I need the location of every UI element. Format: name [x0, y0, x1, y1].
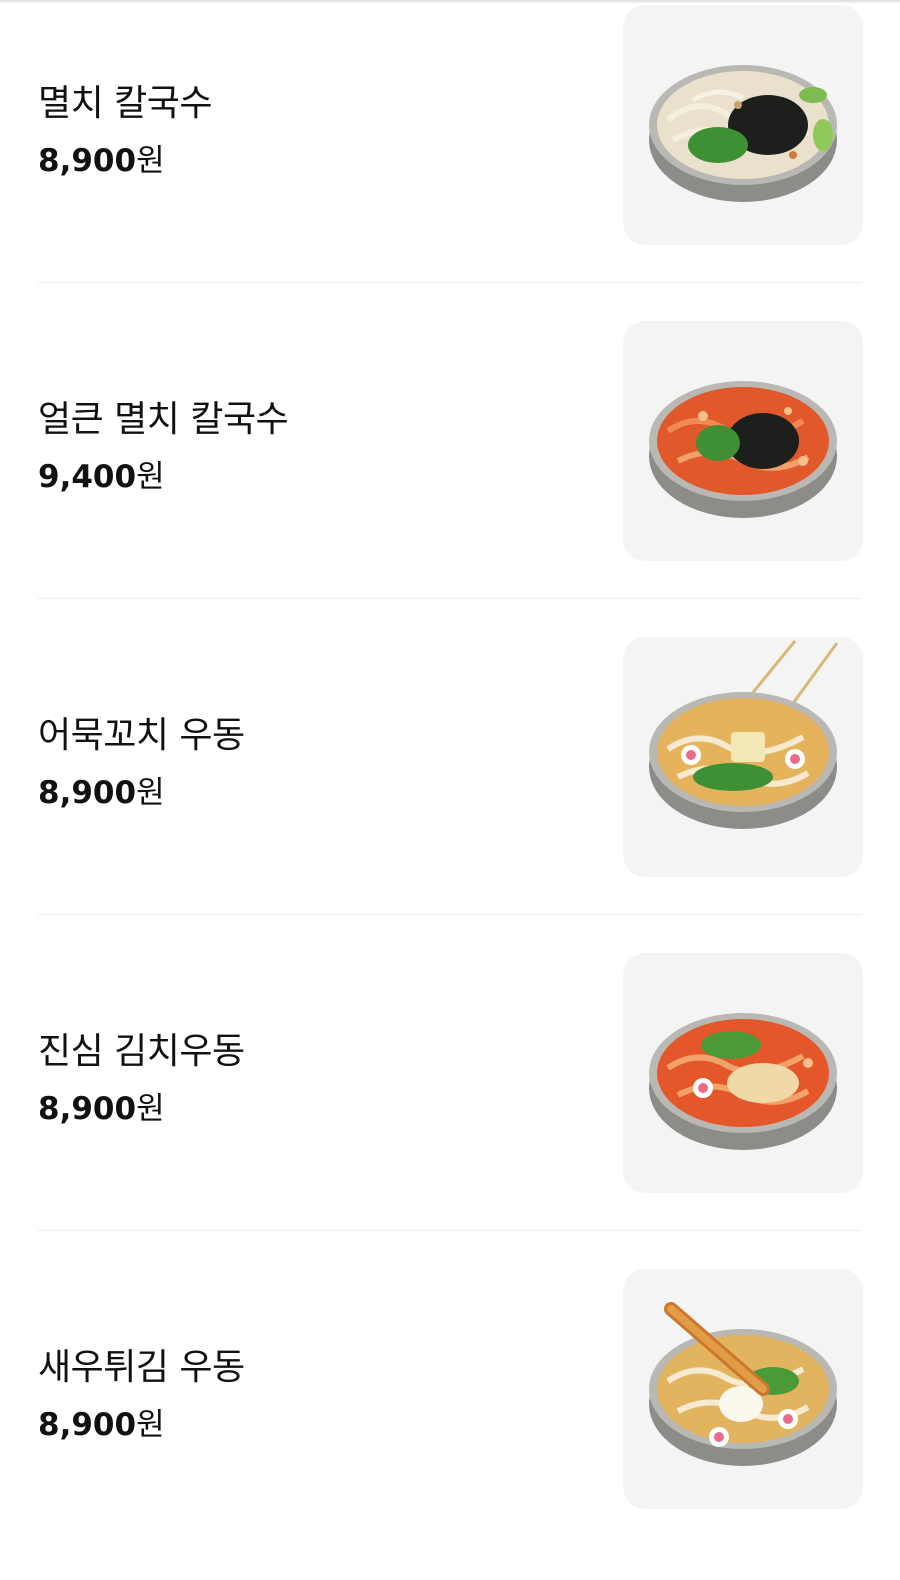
menu-item-photo[interactable]	[623, 1269, 863, 1509]
menu-item-photo[interactable]	[623, 637, 863, 877]
price-value: 9,400	[38, 459, 137, 495]
menu-item-shrimp-tempura-udon[interactable]: 새우튀김 우동 8,900원	[0, 1264, 900, 1580]
menu-item-anchovy-kalguksu[interactable]: 멸치 칼국수 8,900원	[0, 0, 900, 316]
price-currency: 원	[136, 143, 165, 179]
menu-item-price: 8,900원	[38, 1399, 165, 1444]
menu-item-kimchi-udon[interactable]: 진심 김치우동 8,900원	[0, 948, 900, 1264]
divider	[38, 1230, 862, 1231]
divider	[38, 598, 862, 599]
spicy-anchovy-kalguksu-bowl-icon	[649, 381, 837, 518]
price-value: 8,900	[38, 1091, 137, 1127]
kimchi-udon-bowl-icon	[649, 1013, 837, 1150]
menu-item-price: 8,900원	[38, 767, 165, 812]
menu-item-name: 어묵꼬치 우동	[38, 715, 245, 756]
price-value: 8,900	[38, 775, 137, 811]
menu-item-spicy-anchovy-kalguksu[interactable]: 얼큰 멸치 칼국수 9,400원	[0, 316, 900, 632]
menu-item-name: 진심 김치우동	[38, 1031, 245, 1072]
anchovy-kalguksu-bowl-icon	[649, 65, 837, 202]
divider	[38, 282, 862, 283]
price-value: 8,900	[38, 143, 137, 179]
menu-item-name: 새우튀김 우동	[38, 1347, 245, 1388]
price-currency: 원	[136, 459, 165, 495]
menu-item-price: 9,400원	[38, 451, 165, 496]
menu-item-photo[interactable]	[623, 953, 863, 1193]
price-currency: 원	[136, 1407, 165, 1443]
price-currency: 원	[136, 775, 165, 811]
menu-item-photo[interactable]	[623, 5, 863, 245]
menu-item-name: 얼큰 멸치 칼국수	[38, 399, 289, 440]
fishcake-skewer-udon-bowl-icon	[649, 640, 839, 829]
menu-item-price: 8,900원	[38, 135, 165, 180]
price-value: 8,900	[38, 1407, 137, 1443]
price-currency: 원	[136, 1091, 165, 1127]
divider	[38, 914, 862, 915]
menu-item-fishcake-skewer-udon[interactable]: 어묵꼬치 우동 8,900원	[0, 632, 900, 948]
menu-item-price: 8,900원	[38, 1083, 165, 1128]
menu-item-photo[interactable]	[623, 321, 863, 561]
menu-item-name: 멸치 칼국수	[38, 83, 213, 124]
shrimp-tempura-udon-bowl-icon	[649, 1302, 837, 1466]
